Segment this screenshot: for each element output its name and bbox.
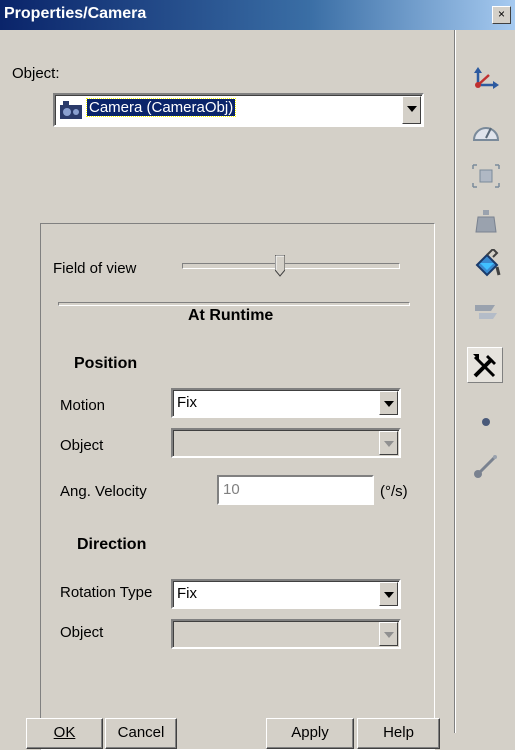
camera-icon — [60, 101, 82, 119]
position-heading: Position — [74, 355, 138, 372]
resize-icon[interactable] — [455, 158, 515, 194]
motion-select[interactable]: Fix — [171, 388, 401, 418]
object-select[interactable]: Camera (CameraObj) — [53, 93, 424, 127]
paint-bucket-icon[interactable] — [455, 246, 515, 282]
position-object-dropdown[interactable] — [379, 431, 398, 455]
object-select-value: Camera (CameraObj) — [85, 98, 237, 117]
fov-slider-thumb[interactable] — [275, 255, 286, 277]
motion-label: Motion — [60, 397, 106, 414]
fov-label: Field of view — [53, 260, 137, 277]
position-object-select[interactable] — [171, 428, 401, 458]
motion-select-value: Fix — [177, 394, 197, 411]
ang-velocity-unit: (°/s) — [380, 483, 408, 500]
rotation-type-dropdown[interactable] — [379, 582, 398, 606]
direction-object-label: Object — [60, 624, 104, 641]
rotation-type-select[interactable]: Fix — [171, 579, 401, 609]
axes-icon[interactable] — [455, 60, 515, 96]
motion-select-dropdown[interactable] — [379, 391, 398, 415]
fov-slider-track[interactable] — [182, 263, 400, 269]
layers-icon[interactable] — [455, 294, 515, 330]
ok-button[interactable]: OK — [26, 718, 103, 749]
rotation-type-label: Rotation Type — [60, 584, 153, 601]
apply-button[interactable]: Apply — [266, 718, 354, 749]
tools-icon[interactable] — [467, 347, 503, 383]
cancel-button[interactable]: Cancel — [105, 718, 177, 749]
gauge-icon[interactable] — [455, 115, 515, 151]
object-label: Object: — [12, 65, 60, 82]
window-title: Properties/Camera — [4, 5, 147, 22]
wand-icon[interactable] — [455, 448, 515, 484]
ang-velocity-input[interactable]: 10 — [217, 475, 374, 505]
dot-icon[interactable] — [455, 404, 515, 440]
direction-object-dropdown[interactable] — [379, 622, 398, 646]
weight-icon[interactable] — [455, 203, 515, 239]
help-button[interactable]: Help — [357, 718, 440, 749]
title-bar: Properties/Camera × — [0, 0, 515, 30]
main-area: Object: Camera (CameraObj) Field of view… — [0, 30, 454, 750]
toolbar — [454, 30, 515, 733]
ang-velocity-label: Ang. Velocity — [60, 483, 147, 500]
direction-heading: Direction — [77, 536, 147, 553]
runtime-heading: At Runtime — [188, 307, 274, 324]
separator — [58, 302, 410, 306]
rotation-type-value: Fix — [177, 585, 197, 602]
direction-object-select[interactable] — [171, 619, 401, 649]
close-button[interactable]: × — [492, 6, 511, 24]
object-select-dropdown[interactable] — [402, 96, 421, 124]
position-object-label: Object — [60, 437, 104, 454]
